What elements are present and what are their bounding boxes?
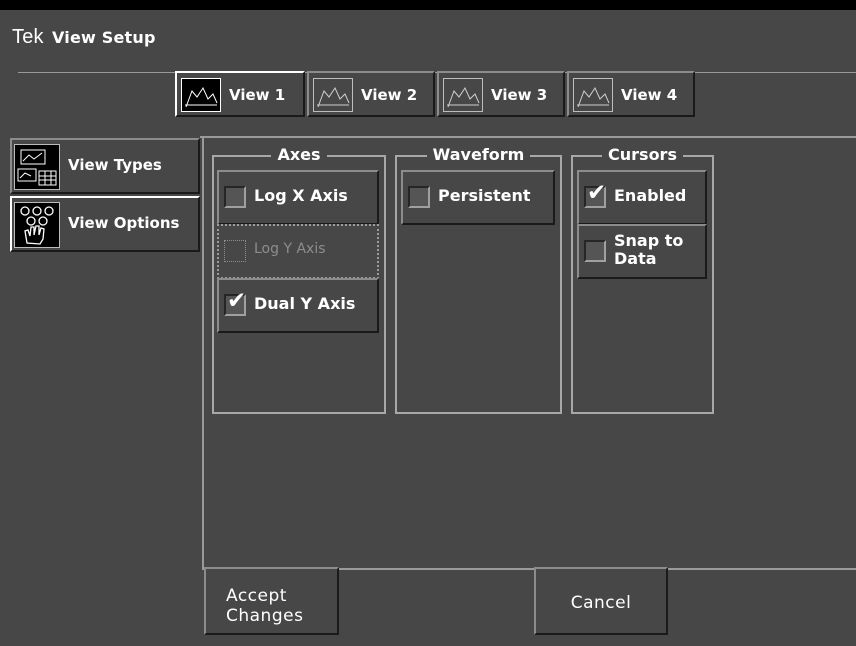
tab-view-3[interactable]: View 3 — [437, 71, 565, 117]
checkbox-label: Snap to Data — [614, 231, 684, 268]
view-options-icon — [14, 202, 60, 248]
tab-view-2[interactable]: View 2 — [307, 71, 435, 117]
cancel-button[interactable]: Cancel — [534, 567, 668, 635]
checkbox-box — [224, 186, 246, 208]
content-left-border — [202, 136, 204, 570]
tab-view-1[interactable]: View 1 — [175, 71, 305, 117]
accept-changes-button[interactable]: Accept Changes — [204, 567, 339, 635]
waveform-view-icon — [313, 78, 353, 112]
checkmark-icon: ✔ — [227, 288, 247, 314]
sidebar-item-view-options[interactable]: View Options — [10, 196, 200, 252]
title-label: View Setup — [51, 28, 156, 47]
waveform-view-icon — [573, 78, 613, 112]
brand-label: Tek — [12, 26, 44, 48]
checkbox-label: Enabled — [614, 186, 687, 205]
checkbox-label: Dual Y Axis — [254, 294, 356, 313]
checkbox-box — [408, 186, 430, 208]
log-x-axis-checkbox[interactable]: Log X Axis — [217, 170, 379, 225]
checkbox-box — [224, 240, 246, 262]
tab-view-4[interactable]: View 4 — [567, 71, 695, 117]
accept-changes-label: Accept Changes — [226, 586, 304, 626]
tab-label: View 3 — [491, 86, 548, 104]
cancel-label: Cancel — [570, 593, 632, 613]
tab-label: View 2 — [361, 86, 418, 104]
waveform-group-title: Waveform — [426, 145, 531, 164]
checkbox-box — [584, 240, 606, 262]
window-title: Tek View Setup — [12, 26, 156, 49]
tab-label: View 4 — [621, 86, 678, 104]
checkbox-label: Log X Axis — [254, 186, 348, 205]
checkbox-box: ✔ — [224, 288, 246, 316]
sidebar-item-label: View Options — [68, 214, 180, 232]
waveform-view-icon — [443, 78, 483, 112]
axes-group-title: Axes — [271, 145, 327, 164]
snap-to-data-checkbox[interactable]: Snap to Data — [577, 224, 707, 279]
tab-label: View 1 — [229, 86, 286, 104]
checkbox-label: Log Y Axis — [254, 241, 326, 257]
sidebar-item-label: View Types — [68, 156, 162, 174]
log-y-axis-checkbox: Log Y Axis — [217, 224, 379, 279]
cursors-group-title: Cursors — [602, 145, 683, 164]
waveform-view-icon — [181, 78, 221, 112]
persistent-checkbox[interactable]: Persistent — [401, 170, 555, 225]
checkbox-box: ✔ — [584, 180, 606, 208]
dual-y-axis-checkbox[interactable]: ✔ Dual Y Axis — [217, 278, 379, 333]
checkmark-icon: ✔ — [587, 180, 607, 206]
checkbox-label: Persistent — [438, 186, 531, 205]
view-types-icon — [14, 144, 60, 190]
content-top-border — [200, 136, 856, 138]
cursors-enabled-checkbox[interactable]: ✔ Enabled — [577, 170, 707, 225]
sidebar-item-view-types[interactable]: View Types — [10, 138, 200, 194]
